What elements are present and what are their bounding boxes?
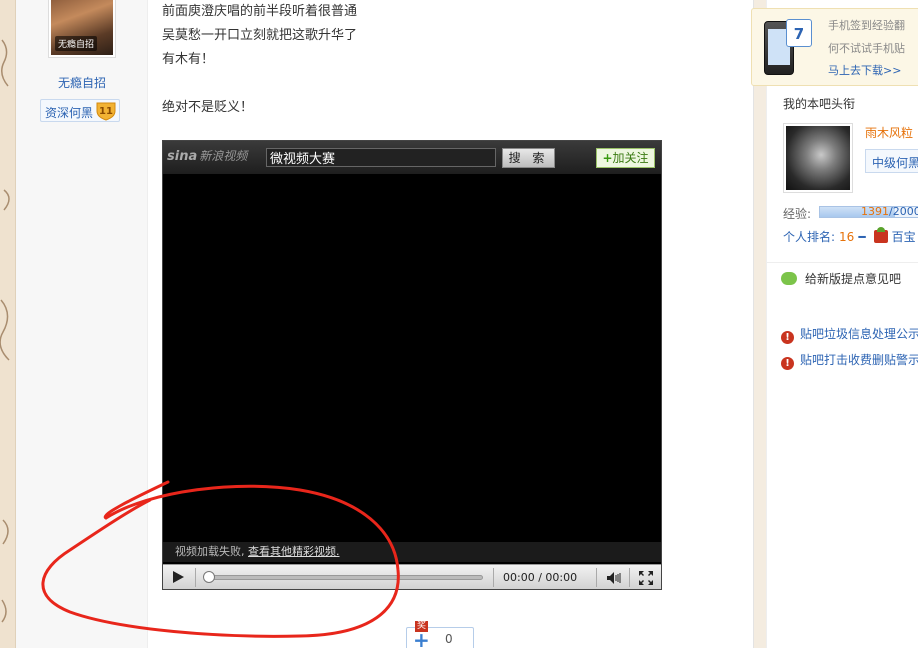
- author-avatar-image: 无瘾自招: [51, 0, 113, 55]
- post-line: 绝对不是贬义！: [162, 100, 254, 115]
- personal-rank: 个人排名: 16 ━ 百宝: [783, 227, 916, 245]
- time-current: 00:00: [503, 571, 535, 584]
- feedback-link[interactable]: 给新版提点意见吧: [781, 270, 901, 287]
- post-line: 前面庾澄庆唱的前半段听着很普通: [162, 4, 358, 19]
- author-avatar[interactable]: 无瘾自招: [48, 0, 116, 58]
- notice-label: 贴吧打击收费删贴警示: [800, 353, 918, 367]
- control-divider: [493, 568, 494, 587]
- like-count: 0: [445, 632, 453, 646]
- post-line: 吴莫愁一开口立刻就把这歌升华了: [162, 28, 358, 43]
- rank-label: 个人排名:: [783, 230, 836, 244]
- exp-current: 1391: [861, 205, 889, 218]
- warning-icon: !: [781, 331, 794, 344]
- video-player[interactable]: sina新浪视频 搜 索 +加关注 视频加载失败, 查看其他精彩视频. 00:0…: [162, 140, 662, 590]
- feedback-label: 给新版提点意见吧: [805, 272, 902, 286]
- treasure-link[interactable]: 百宝: [892, 230, 916, 244]
- post-container: 无瘾自招 无瘾自招 资深何黑 11 前面庾澄庆唱的前半段听着很普通 吴莫愁一开口…: [16, 0, 754, 648]
- time-display: 00:00 / 00:00: [503, 571, 577, 584]
- video-screen[interactable]: [163, 174, 661, 542]
- load-fail-text: 视频加载失败,: [175, 545, 245, 558]
- right-sidebar: 7 手机签到经验翻 何不试试手机贴 马上去下载>> 我的本吧头衔 雨木风粒 中级…: [751, 0, 918, 648]
- notice-link[interactable]: ! 贴吧打击收费删贴警示: [781, 351, 918, 370]
- video-search-button[interactable]: 搜 索: [502, 148, 555, 168]
- control-divider: [195, 568, 196, 587]
- post-line: [162, 72, 722, 96]
- play-icon[interactable]: [173, 571, 184, 583]
- author-level-badge[interactable]: 资深何黑 11: [40, 99, 121, 122]
- post-line: 有木有！: [162, 52, 215, 67]
- time-separator: /: [538, 571, 542, 584]
- progress-track[interactable]: [205, 575, 483, 580]
- player-toolbar: sina新浪视频 搜 索 +加关注: [163, 141, 661, 174]
- exp-value: 1391/2000: [861, 205, 918, 218]
- player-controls: 00:00 / 00:00: [163, 564, 661, 589]
- time-total: 00:00: [545, 571, 578, 584]
- sina-logo-cn: 新浪视频: [199, 149, 248, 163]
- rank-value: 16: [839, 230, 855, 244]
- video-search-input[interactable]: [266, 148, 496, 167]
- exp-total: /2000: [889, 205, 918, 218]
- author-level-label: 资深何黑: [45, 106, 94, 120]
- promo-line-2: 何不试试手机贴: [828, 42, 905, 55]
- volume-icon[interactable]: [607, 572, 621, 584]
- progress-knob[interactable]: [203, 571, 215, 583]
- mobile-promo-banner[interactable]: 7 手机签到经验翻 何不试试手机贴 马上去下载>>: [751, 8, 918, 86]
- level-shield-icon: 11: [96, 102, 116, 121]
- user-avatar[interactable]: [783, 123, 853, 193]
- username-link[interactable]: 雨木风粒: [865, 124, 913, 141]
- author-level-number: 11: [99, 106, 113, 117]
- speech-bubble-icon: [781, 272, 797, 285]
- control-divider: [629, 568, 630, 587]
- promo-line-1: 手机签到经验翻: [828, 19, 905, 32]
- user-level-badge[interactable]: 中级何黑: [865, 149, 918, 173]
- author-avatar-tag: 无瘾自招: [55, 36, 98, 51]
- sina-video-logo[interactable]: sina 新浪视频: [167, 147, 247, 164]
- like-button[interactable]: 奖 + 0: [406, 621, 474, 648]
- divider: [767, 262, 918, 263]
- author-column: 无瘾自招 无瘾自招 资深何黑 11: [16, 0, 148, 648]
- rank-trend-icon: ━: [858, 230, 866, 244]
- post-content: 前面庾澄庆唱的前半段听着很普通 吴莫愁一开口立刻就把这歌升华了 有木有！ 绝对不…: [162, 0, 722, 120]
- promo-download-link[interactable]: 马上去下载>>: [828, 62, 901, 78]
- decorative-border: [0, 0, 16, 648]
- sina-logo-en: sina: [167, 149, 198, 164]
- notice-link[interactable]: ! 贴吧垃圾信息处理公示: [781, 325, 918, 344]
- author-name[interactable]: 无瘾自招: [16, 74, 148, 91]
- plus-icon: +: [602, 151, 613, 165]
- follow-button[interactable]: +加关注: [596, 148, 655, 168]
- other-videos-link[interactable]: 查看其他精彩视频.: [248, 545, 340, 558]
- calendar-icon: 7: [786, 19, 812, 47]
- notice-label: 贴吧垃圾信息处理公示: [800, 327, 918, 341]
- follow-button-label: 加关注: [612, 151, 649, 165]
- fullscreen-icon[interactable]: [639, 571, 653, 585]
- load-fail-message: 视频加载失败, 查看其他精彩视频.: [163, 542, 661, 562]
- section-title: 我的本吧头衔: [783, 97, 856, 111]
- control-divider: [596, 568, 597, 587]
- plus-icon: +: [413, 628, 430, 648]
- exp-label: 经验:: [783, 207, 812, 221]
- treasure-bag-icon: [873, 227, 888, 243]
- warning-icon: !: [781, 357, 794, 370]
